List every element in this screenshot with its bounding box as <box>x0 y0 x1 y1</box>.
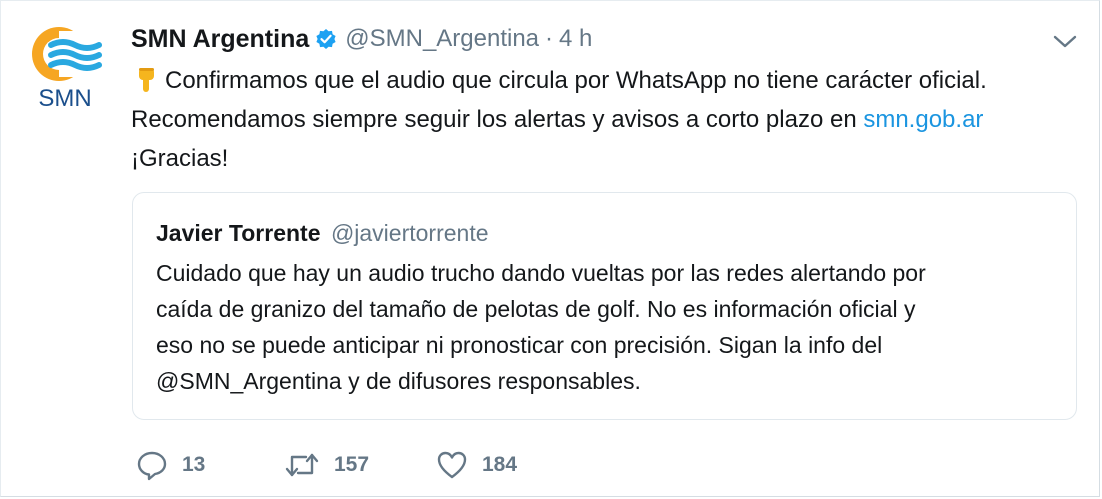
quoted-line-3: eso no se puede anticipar ni pronosticar… <box>156 332 883 358</box>
tweet-text: Confirmamos que el audio que circula por… <box>131 61 1081 178</box>
quoted-tweet-text: Cuidado que hay un audio trucho dando vu… <box>156 255 1056 399</box>
display-name[interactable]: SMN Argentina <box>131 25 309 54</box>
heart-icon <box>437 451 467 479</box>
avatar[interactable]: SMN <box>29 23 107 112</box>
smn-logo-icon <box>32 27 102 81</box>
verified-badge-icon <box>315 28 337 50</box>
separator: · <box>545 25 554 52</box>
avatar-label: SMN <box>38 85 92 112</box>
handle[interactable]: @SMN_Argentina <box>345 25 539 53</box>
quoted-tweet[interactable]: Javier Torrente @javiertorrente Cuidado … <box>132 192 1077 420</box>
retweet-icon <box>285 453 319 477</box>
reply-count: 13 <box>182 453 206 476</box>
retweet-count: 157 <box>334 453 370 476</box>
quoted-tweet-header: Javier Torrente @javiertorrente <box>156 220 489 247</box>
tweet-header: SMN Argentina @SMN_Argentina · 4 h <box>131 23 592 55</box>
quoted-line-2: caída de granizo del tamaño de pelotas d… <box>156 296 916 322</box>
pointing-down-emoji-icon <box>131 64 161 94</box>
tweet-line-3: ¡Gracias! <box>131 145 229 172</box>
retweet-button[interactable]: 157 <box>284 447 369 483</box>
like-count: 184 <box>482 453 518 476</box>
quoted-display-name: Javier Torrente <box>156 220 321 246</box>
quoted-line-1: Cuidado que hay un audio trucho dando vu… <box>156 260 926 286</box>
chevron-down-icon[interactable] <box>1051 31 1079 51</box>
timestamp[interactable]: 4 h <box>559 25 592 53</box>
tweet-line-2: Recomendamos siempre seguir los alertas … <box>131 106 864 133</box>
tweet-card: SMN SMN Argentina @SMN_Argentina · 4 h C… <box>0 0 1100 497</box>
quoted-line-4: @SMN_Argentina y de difusores responsabl… <box>156 368 641 394</box>
tweet-text-line: Recomendamos siempre seguir los alertas … <box>131 100 1081 139</box>
quoted-handle: @javiertorrente <box>330 220 489 246</box>
tweet-line-1: Confirmamos que el audio que circula por… <box>165 67 987 94</box>
reply-icon <box>137 451 167 481</box>
smn-link[interactable]: smn.gob.ar <box>863 106 983 133</box>
like-button[interactable]: 184 <box>436 447 517 483</box>
reply-button[interactable]: 13 <box>136 447 205 483</box>
tweet-text-line: Confirmamos que el audio que circula por… <box>131 61 1081 100</box>
